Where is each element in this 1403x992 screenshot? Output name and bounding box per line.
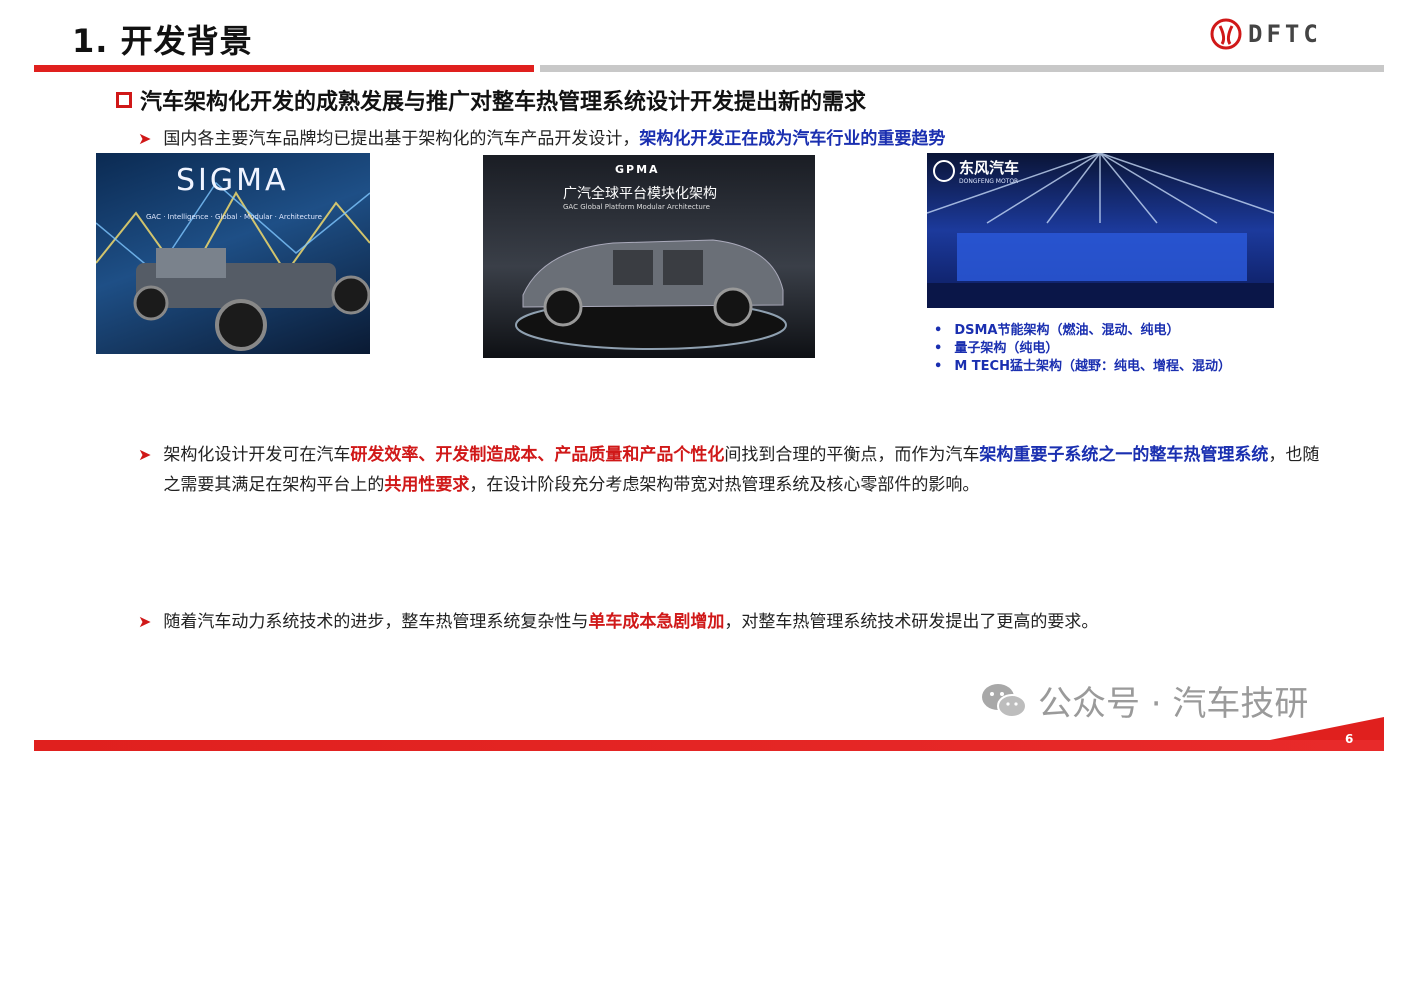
page-title: 1. 开发背景 [72,22,253,60]
sigma-platform-image: SIGMA GAC · Intelligence · Global · Modu… [96,153,370,354]
arrow-bullet-icon: ➤ [138,612,152,631]
sigma-subtitle: GAC · Intelligence · Global · Modular · … [146,213,322,221]
arrow-bullet-icon: ➤ [138,445,152,464]
architecture-list: • DSMA节能架构（燃油、混动、纯电） • 量子架构（纯电） • M TECH猛士架… [934,322,1231,376]
gac-subtitle: GAC Global Platform Modular Architecture [563,203,710,211]
bullet-balance-point: ➤ 架构化设计开发可在汽车研发效率、开发制造成本、产品质量和产品个性化间找到合理… [138,440,1328,500]
dongfeng-brand: 东风汽车 DONGFENG MOTOR [933,157,1019,185]
dongfeng-brand-cn: 东风汽车 [959,159,1020,177]
dftc-logo: DFTC [1210,16,1340,52]
bullet-architecture-trend: ➤ 国内各主要汽车品牌均已提出基于架构化的汽车产品开发设计，架构化开发正在成为汽… [138,124,945,154]
bullet-emphasis-red: 单车成本急剧增加 [588,612,725,632]
bullet-text: 国内各主要汽车品牌均已提出基于架构化的汽车产品开发设计，架构化开发正在成为汽车行… [163,124,945,154]
sigma-title: SIGMA [176,163,289,198]
wechat-icon [982,683,1027,718]
bullet-emphasis-red: 共用性要求 [384,475,470,495]
page-number: 6 [1345,732,1354,746]
header-rule-red [34,65,534,72]
logo-text: DFTC [1248,20,1322,48]
bullet-text: 架构化设计开发可在汽车研发效率、开发制造成本、产品质量和产品个性化间找到合理的平… [163,445,1320,495]
section-heading-text: 汽车架构化开发的成熟发展与推广对整车热管理系统设计开发提出新的需求 [140,90,867,115]
list-item: • 量子架构（纯电） [934,341,1059,356]
watermark: 公众号 · 汽车技研 [980,676,1308,725]
bullet-emphasis-blue: 架构重要子系统之一的整车热管理系统 [979,445,1269,465]
header-rule-gray [540,65,1384,72]
dongfeng-logo-icon [1210,18,1242,50]
arrow-bullet-icon: ➤ [138,129,152,148]
gac-title: 广汽全球平台模块化架构 [563,186,717,202]
dongfeng-brand-en: DONGFENG MOTOR [959,178,1019,185]
bullet-complexity-cost: ➤ 随着汽车动力系统技术的进步，整车热管理系统复杂性与单车成本急剧增加，对整车热… [138,607,1098,637]
dongfeng-logo-icon [933,160,955,182]
gac-gpma-image: GPMA 广汽全球平台模块化架构 GAC Global Platform Mod… [483,155,815,358]
dongfeng-launch-image: 东风汽车 DONGFENG MOTOR [927,153,1274,308]
bullet-emphasis-red: 研发效率、开发制造成本、产品质量和产品个性化 [350,445,725,465]
list-item: • DSMA节能架构（燃油、混动、纯电） [934,323,1180,338]
gpma-logo: GPMA [615,163,660,176]
section-heading: 汽车架构化开发的成熟发展与推广对整车热管理系统设计开发提出新的需求 [116,84,866,116]
watermark-text: 公众号 · 汽车技研 [1038,684,1309,724]
bullet-plain-text: 国内各主要汽车品牌均已提出基于架构化的汽车产品开发设计， [163,129,640,149]
bullet-text: 随着汽车动力系统技术的进步，整车热管理系统复杂性与单车成本急剧增加，对整车热管理… [163,612,1099,632]
square-bullet-icon [116,92,132,108]
list-item: • M TECH猛士架构（越野：纯电、增程、混动） [934,359,1231,374]
footer-bar [34,740,1384,751]
bullet-emphasis-blue: 架构化开发正在成为汽车行业的重要趋势 [639,129,946,149]
